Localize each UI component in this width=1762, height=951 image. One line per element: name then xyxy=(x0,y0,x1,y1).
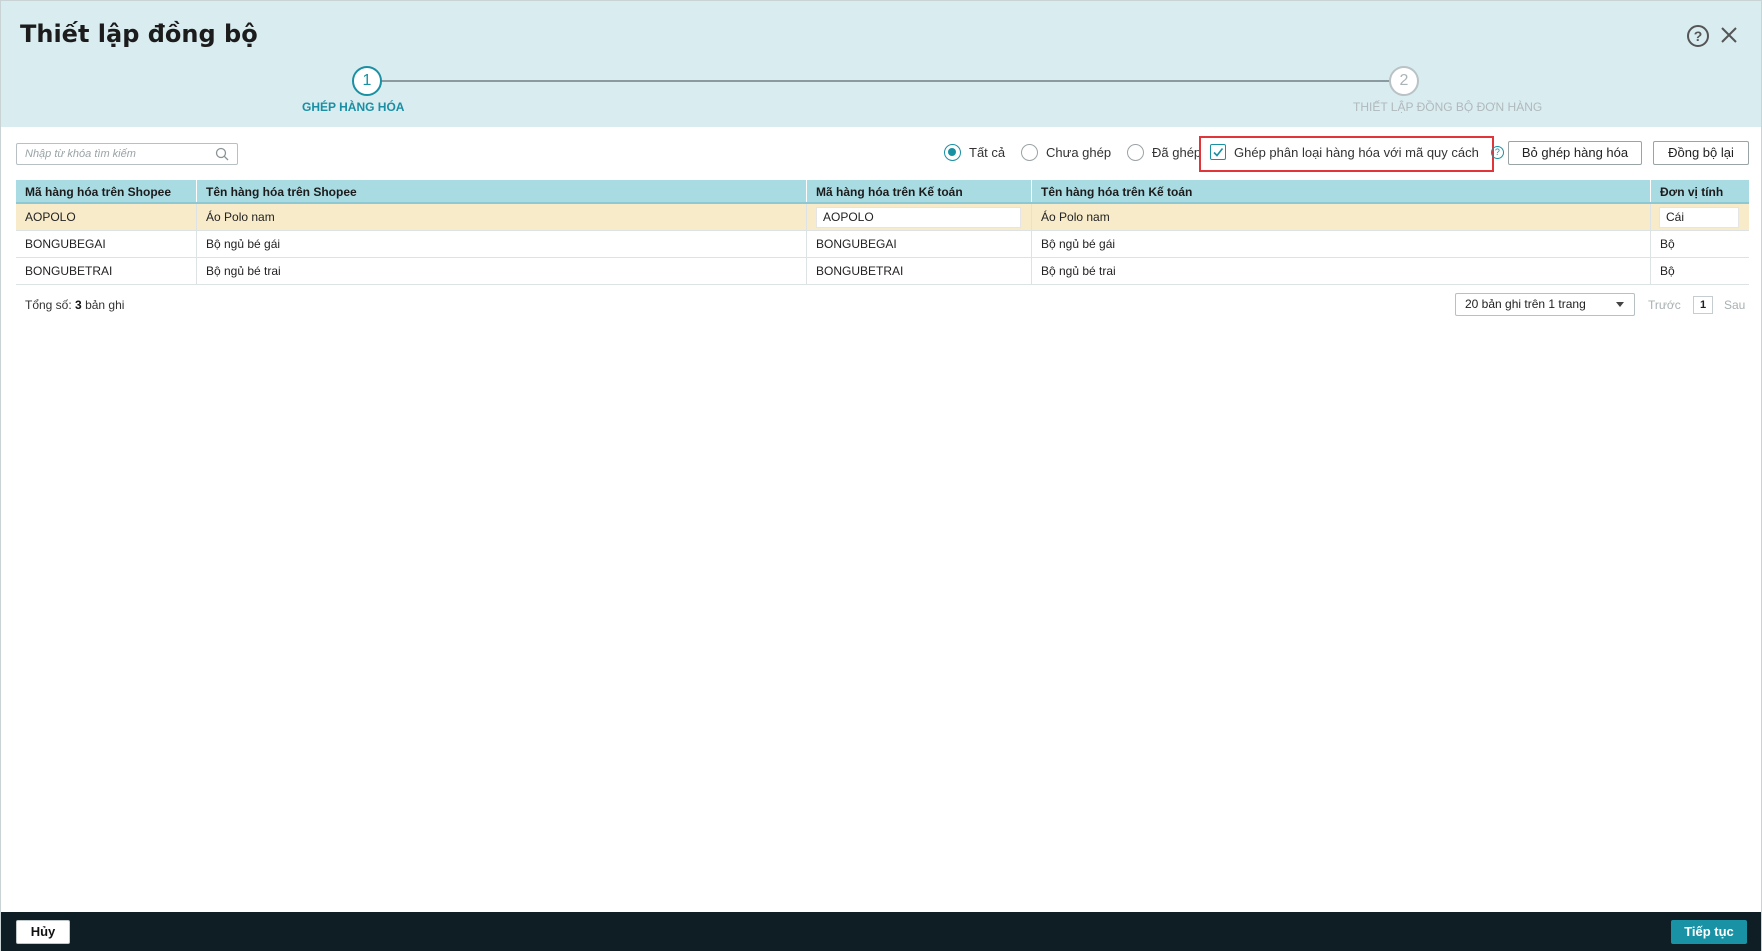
chevron-down-icon xyxy=(1616,302,1624,307)
stepper-line xyxy=(381,80,1403,82)
search-icon[interactable] xyxy=(215,147,229,161)
filter-all-radio[interactable]: Tất cả xyxy=(944,144,1005,161)
dialog-footer: Hủy Tiếp tục xyxy=(1,912,1761,951)
match-variant-checkbox[interactable]: Ghép phân loại hàng hóa với mã quy cách … xyxy=(1210,144,1504,160)
total-suffix: bản ghi xyxy=(85,298,125,312)
search-input[interactable] xyxy=(17,144,207,164)
radio-unchecked-icon xyxy=(1127,144,1144,161)
accounting-name-cell: Áo Polo nam xyxy=(1032,204,1651,230)
step-2-label: THIẾT LẬP ĐỒNG BỘ ĐƠN HÀNG xyxy=(1353,100,1543,114)
unit-cell: Bộ xyxy=(1660,264,1675,278)
table-header: Mã hàng hóa trên Shopee Tên hàng hóa trê… xyxy=(16,180,1749,204)
filter-unmatched-radio[interactable]: Chưa ghép xyxy=(1021,144,1111,161)
pager-current-page[interactable]: 1 xyxy=(1693,296,1713,314)
unit-cell: Cái xyxy=(1651,204,1749,230)
page-size-value: 20 bản ghi trên 1 trang xyxy=(1465,297,1586,311)
shopee-name-cell: Bộ ngủ bé gái xyxy=(197,231,807,257)
step-1-label: GHÉP HÀNG HÓA xyxy=(302,100,405,114)
filter-matched-label: Đã ghép xyxy=(1152,145,1202,160)
accounting-code-cell: BONGUBEGAI xyxy=(807,231,1032,257)
pager-prev-button[interactable]: Trước xyxy=(1648,298,1681,312)
shopee-code-cell: BONGUBETRAI xyxy=(16,258,197,284)
column-header[interactable]: Mã hàng hóa trên Kế toán xyxy=(807,180,1032,202)
filter-matched-radio[interactable]: Đã ghép xyxy=(1127,144,1201,161)
resync-button[interactable]: Đồng bộ lại xyxy=(1653,141,1749,165)
match-variant-label: Ghép phân loại hàng hóa với mã quy cách xyxy=(1234,144,1479,160)
shopee-code-cell: BONGUBEGAI xyxy=(16,231,197,257)
step-2-circle: 2 xyxy=(1389,66,1419,96)
help-icon[interactable]: ? xyxy=(1687,25,1709,47)
unit-cell: Bộ xyxy=(1660,237,1675,251)
shopee-code-cell: AOPOLO xyxy=(16,204,197,230)
cancel-button[interactable]: Hủy xyxy=(16,920,70,944)
table-row[interactable]: BONGUBETRAI Bộ ngủ bé trai BONGUBETRAI B… xyxy=(16,258,1749,285)
radio-unchecked-icon xyxy=(1021,144,1038,161)
step-1-circle: 1 xyxy=(352,66,382,96)
shopee-name-cell: Áo Polo nam xyxy=(197,204,807,230)
accounting-name-cell: Bộ ngủ bé gái xyxy=(1032,231,1651,257)
column-header[interactable]: Đơn vị tính xyxy=(1651,180,1749,202)
mapping-table: Mã hàng hóa trên Shopee Tên hàng hóa trê… xyxy=(16,180,1749,285)
dialog-header: Thiết lập đồng bộ ? 1 2 GHÉP HÀNG HÓA TH… xyxy=(1,1,1761,127)
total-count: 3 xyxy=(75,298,82,312)
total-prefix: Tổng số: xyxy=(25,298,72,312)
accounting-name-cell: Bộ ngủ bé trai xyxy=(1032,258,1651,284)
info-icon[interactable]: ? xyxy=(1490,145,1504,159)
filter-all-label: Tất cả xyxy=(969,145,1006,160)
accounting-code-cell: BONGUBETRAI xyxy=(807,258,1032,284)
record-total: Tổng số: 3 bản ghi xyxy=(25,298,124,312)
sync-settings-dialog: Thiết lập đồng bộ ? 1 2 GHÉP HÀNG HÓA TH… xyxy=(0,0,1762,951)
search-box xyxy=(16,143,238,165)
column-header[interactable]: Tên hàng hóa trên Shopee xyxy=(197,180,807,202)
shopee-name-cell: Bộ ngủ bé trai xyxy=(197,258,807,284)
table-row[interactable]: BONGUBEGAI Bộ ngủ bé gái BONGUBEGAI Bộ n… xyxy=(16,231,1749,258)
radio-checked-icon xyxy=(944,144,961,161)
accounting-code-cell: AOPOLO xyxy=(807,204,1032,230)
close-icon[interactable] xyxy=(1717,23,1741,47)
column-header[interactable]: Tên hàng hóa trên Kế toán xyxy=(1032,180,1651,202)
unit-input[interactable]: Cái xyxy=(1659,207,1739,228)
accounting-code-input[interactable]: AOPOLO xyxy=(816,207,1021,228)
dialog-title: Thiết lập đồng bộ xyxy=(20,20,258,48)
filter-unmatched-label: Chưa ghép xyxy=(1046,145,1112,160)
pager-next-button[interactable]: Sau xyxy=(1724,298,1745,312)
table-row[interactable]: AOPOLO Áo Polo nam AOPOLO Áo Polo nam Cá… xyxy=(16,204,1749,231)
continue-button[interactable]: Tiếp tục xyxy=(1671,920,1747,944)
checkbox-checked-icon xyxy=(1210,144,1226,160)
column-header[interactable]: Mã hàng hóa trên Shopee xyxy=(16,180,197,202)
unmatch-button[interactable]: Bỏ ghép hàng hóa xyxy=(1508,141,1642,165)
page-size-select[interactable]: 20 bản ghi trên 1 trang xyxy=(1455,293,1635,316)
